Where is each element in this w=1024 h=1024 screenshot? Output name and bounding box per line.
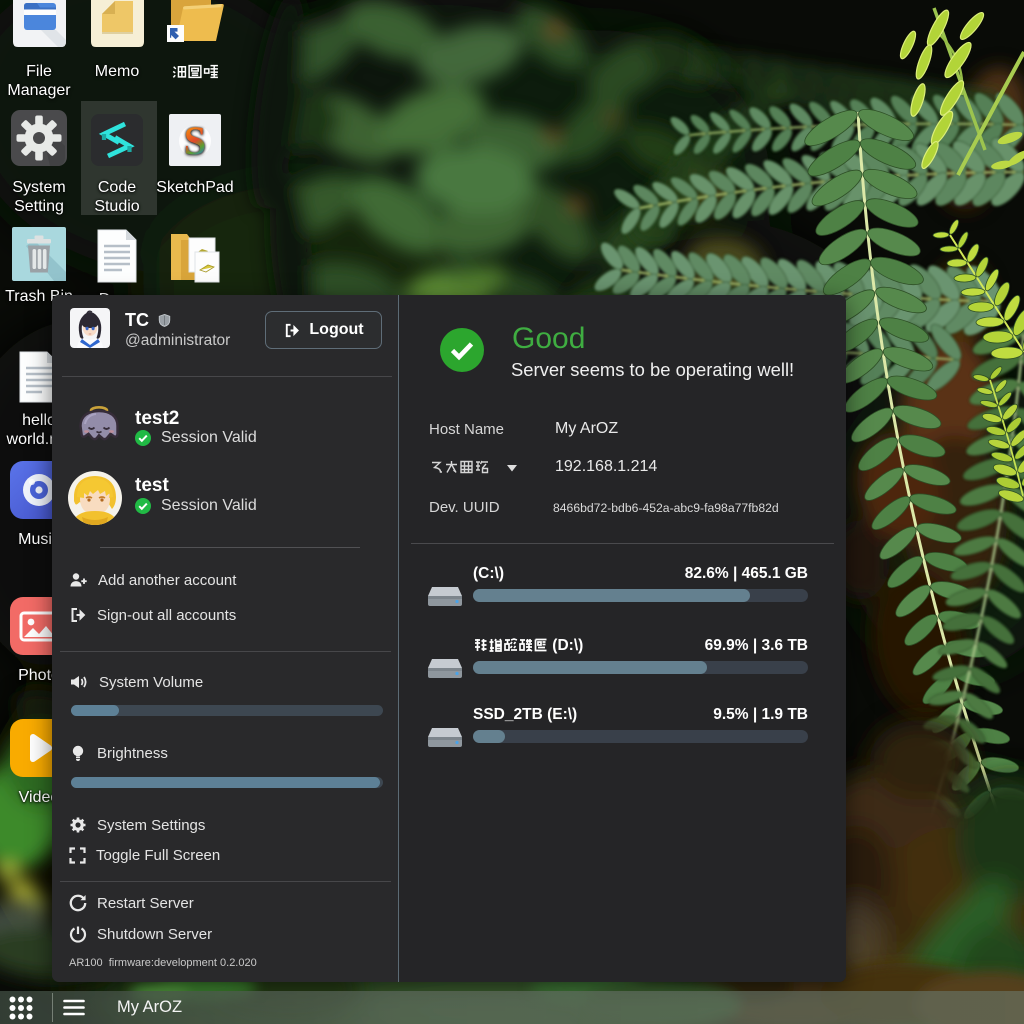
svg-text:S: S bbox=[184, 118, 206, 163]
